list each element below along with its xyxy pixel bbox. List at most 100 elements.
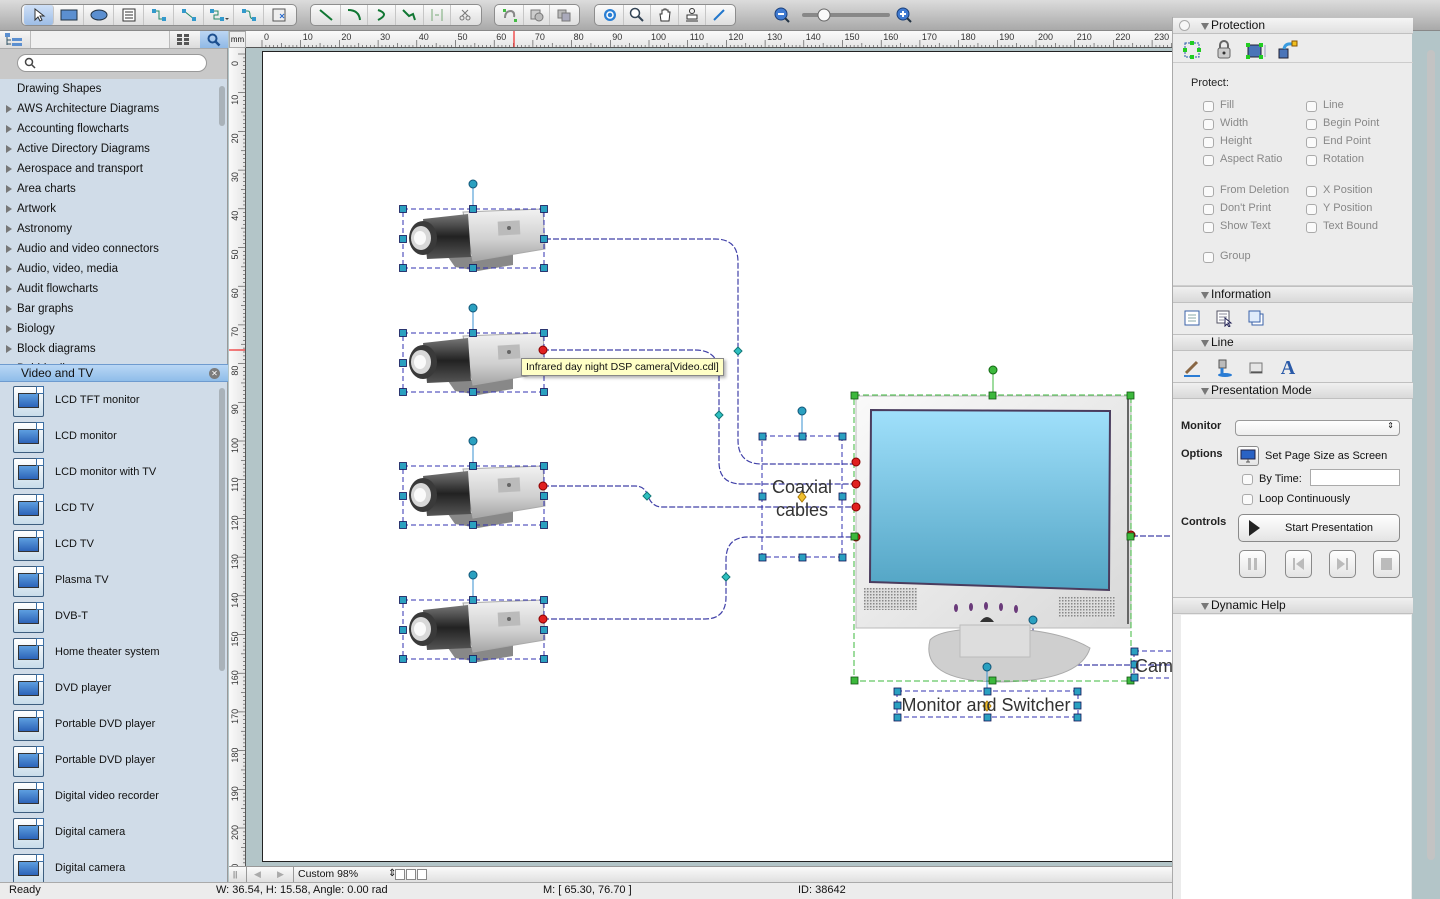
loop-continuously-checkbox[interactable] bbox=[1242, 494, 1253, 505]
canvas-vertical-scrollbar[interactable] bbox=[1427, 50, 1435, 860]
library-item[interactable]: Biology bbox=[0, 319, 228, 339]
protection-section-header[interactable]: Protection bbox=[1173, 17, 1413, 34]
shape-item[interactable]: Portable DVD player bbox=[0, 743, 228, 779]
protect-y-position-checkbox[interactable] bbox=[1306, 204, 1317, 215]
shape-item[interactable]: Digital video recorder bbox=[0, 779, 228, 815]
shape-item[interactable]: Digital camera bbox=[0, 851, 228, 882]
next-page-icon[interactable]: ▶ bbox=[277, 869, 284, 880]
library-item[interactable]: Artwork bbox=[0, 199, 228, 219]
ellipse-tool-button[interactable] bbox=[84, 5, 114, 25]
shape-item[interactable]: LCD monitor with TV bbox=[0, 455, 228, 491]
library-filter-field[interactable] bbox=[30, 31, 170, 48]
protect-aspect-ratio-checkbox[interactable] bbox=[1203, 155, 1214, 166]
stop-button[interactable] bbox=[1373, 550, 1400, 578]
protect-begin-point-checkbox[interactable] bbox=[1306, 119, 1317, 130]
arc-tool-button[interactable] bbox=[341, 5, 369, 25]
line-style-button[interactable] bbox=[1181, 357, 1203, 379]
round-connector-button[interactable] bbox=[234, 5, 264, 25]
zoom-slider-thumb[interactable] bbox=[817, 8, 831, 22]
zoom-tool-button[interactable] bbox=[624, 5, 652, 25]
library-item[interactable]: Astronomy bbox=[0, 219, 228, 239]
expand-triangle-icon[interactable] bbox=[6, 145, 12, 153]
combine-shapes-button[interactable] bbox=[550, 5, 577, 25]
protect-fill-checkbox[interactable] bbox=[1203, 101, 1214, 112]
library-item[interactable]: AWS Architecture Diagrams bbox=[0, 99, 228, 119]
expand-triangle-icon[interactable] bbox=[6, 325, 12, 333]
camera-label-partial[interactable]: Cam bbox=[1135, 655, 1175, 678]
split-handle-icon[interactable]: || bbox=[233, 870, 237, 879]
library-item[interactable]: Accounting flowcharts bbox=[0, 119, 228, 139]
pointer-tool-button[interactable] bbox=[24, 5, 54, 25]
zoom-select[interactable]: Custom 98% bbox=[296, 868, 386, 881]
zoom-out-icon[interactable] bbox=[774, 7, 790, 23]
by-time-checkbox[interactable] bbox=[1242, 474, 1253, 485]
protection-tab-button[interactable] bbox=[1213, 39, 1235, 61]
library-item[interactable]: Bar graphs bbox=[0, 299, 228, 319]
ruler-unit[interactable]: mm bbox=[229, 31, 246, 48]
page-thumbnails[interactable] bbox=[395, 869, 431, 880]
expand-triangle-icon[interactable] bbox=[6, 105, 12, 113]
monitor-select[interactable]: ⇕ bbox=[1235, 420, 1400, 436]
active-library-header[interactable]: Video and TV ✕ bbox=[0, 364, 228, 382]
smart-connector-button[interactable] bbox=[204, 5, 234, 25]
protect-end-point-checkbox[interactable] bbox=[1306, 137, 1317, 148]
bezier-tool-button[interactable] bbox=[368, 5, 397, 25]
library-search-input[interactable] bbox=[17, 54, 207, 72]
shape-item[interactable]: LCD TV bbox=[0, 491, 228, 527]
shape-item[interactable]: LCD monitor bbox=[0, 419, 228, 455]
shape-item[interactable]: Plasma TV bbox=[0, 563, 228, 599]
refresh-button[interactable] bbox=[597, 5, 625, 25]
line-section-header[interactable]: Line bbox=[1173, 334, 1413, 351]
eyedropper-button[interactable] bbox=[706, 5, 733, 25]
shape-item[interactable]: DVD player bbox=[0, 671, 228, 707]
line-tool-button[interactable] bbox=[313, 5, 341, 25]
connection-tab-button[interactable] bbox=[1277, 39, 1299, 61]
vertical-connector-button[interactable] bbox=[424, 5, 452, 25]
library-item[interactable]: Aerospace and transport bbox=[0, 159, 228, 179]
line-connector-button[interactable] bbox=[174, 5, 204, 25]
protect-text-bound-checkbox[interactable] bbox=[1306, 222, 1317, 233]
scissors-tool-button[interactable] bbox=[451, 5, 479, 25]
zoom-slider-track[interactable] bbox=[802, 13, 890, 17]
hand-pan-button[interactable] bbox=[651, 5, 679, 25]
shape-info-button[interactable] bbox=[1213, 307, 1235, 329]
library-item[interactable]: Audio and video connectors bbox=[0, 239, 228, 259]
shape-item[interactable]: Portable DVD player bbox=[0, 707, 228, 743]
shape-item[interactable]: Home theater system bbox=[0, 635, 228, 671]
shape-item[interactable]: DVB-T bbox=[0, 599, 228, 635]
zoom-slider[interactable] bbox=[772, 5, 917, 25]
zoom-in-icon[interactable] bbox=[896, 7, 912, 23]
library-item[interactable]: Audio, video, media bbox=[0, 259, 228, 279]
dynamic-help-section-header[interactable]: Dynamic Help bbox=[1173, 597, 1413, 614]
start-presentation-button[interactable]: Start Presentation bbox=[1238, 514, 1400, 542]
protect-height-checkbox[interactable] bbox=[1203, 137, 1214, 148]
set-page-size-button[interactable] bbox=[1237, 446, 1259, 466]
expand-triangle-icon[interactable] bbox=[6, 225, 12, 233]
library-item[interactable]: Area charts bbox=[0, 179, 228, 199]
expand-triangle-icon[interactable] bbox=[6, 265, 12, 273]
expand-triangle-icon[interactable] bbox=[6, 125, 12, 133]
library-item[interactable]: Block diagrams bbox=[0, 339, 228, 359]
text-tool-button[interactable] bbox=[114, 5, 144, 25]
document-info-button[interactable] bbox=[1181, 307, 1203, 329]
fill-button[interactable] bbox=[1213, 357, 1235, 379]
expand-triangle-icon[interactable] bbox=[6, 185, 12, 193]
panel-close-button[interactable] bbox=[1179, 20, 1190, 31]
by-time-input[interactable] bbox=[1310, 469, 1400, 486]
rotate-handle[interactable] bbox=[988, 365, 998, 375]
shape-item[interactable]: LCD TFT monitor bbox=[0, 383, 228, 419]
previous-slide-button[interactable] bbox=[1285, 550, 1312, 578]
polyline-tool-button[interactable] bbox=[396, 5, 424, 25]
shadow-button[interactable] bbox=[1245, 357, 1267, 379]
close-library-button[interactable]: ✕ bbox=[209, 368, 220, 379]
shape-list-scrollbar[interactable] bbox=[219, 388, 225, 671]
library-list-scrollbar[interactable] bbox=[219, 86, 225, 126]
geometry-tab-button[interactable] bbox=[1181, 39, 1203, 61]
shape-item[interactable]: Digital camera bbox=[0, 815, 228, 851]
previous-page-icon[interactable]: ◀ bbox=[254, 869, 261, 880]
protect-x-position-checkbox[interactable] bbox=[1306, 186, 1317, 197]
unite-shapes-button[interactable] bbox=[524, 5, 551, 25]
insert-object-button[interactable] bbox=[264, 5, 294, 25]
expand-triangle-icon[interactable] bbox=[6, 245, 12, 253]
tree-view-button[interactable] bbox=[4, 32, 24, 50]
